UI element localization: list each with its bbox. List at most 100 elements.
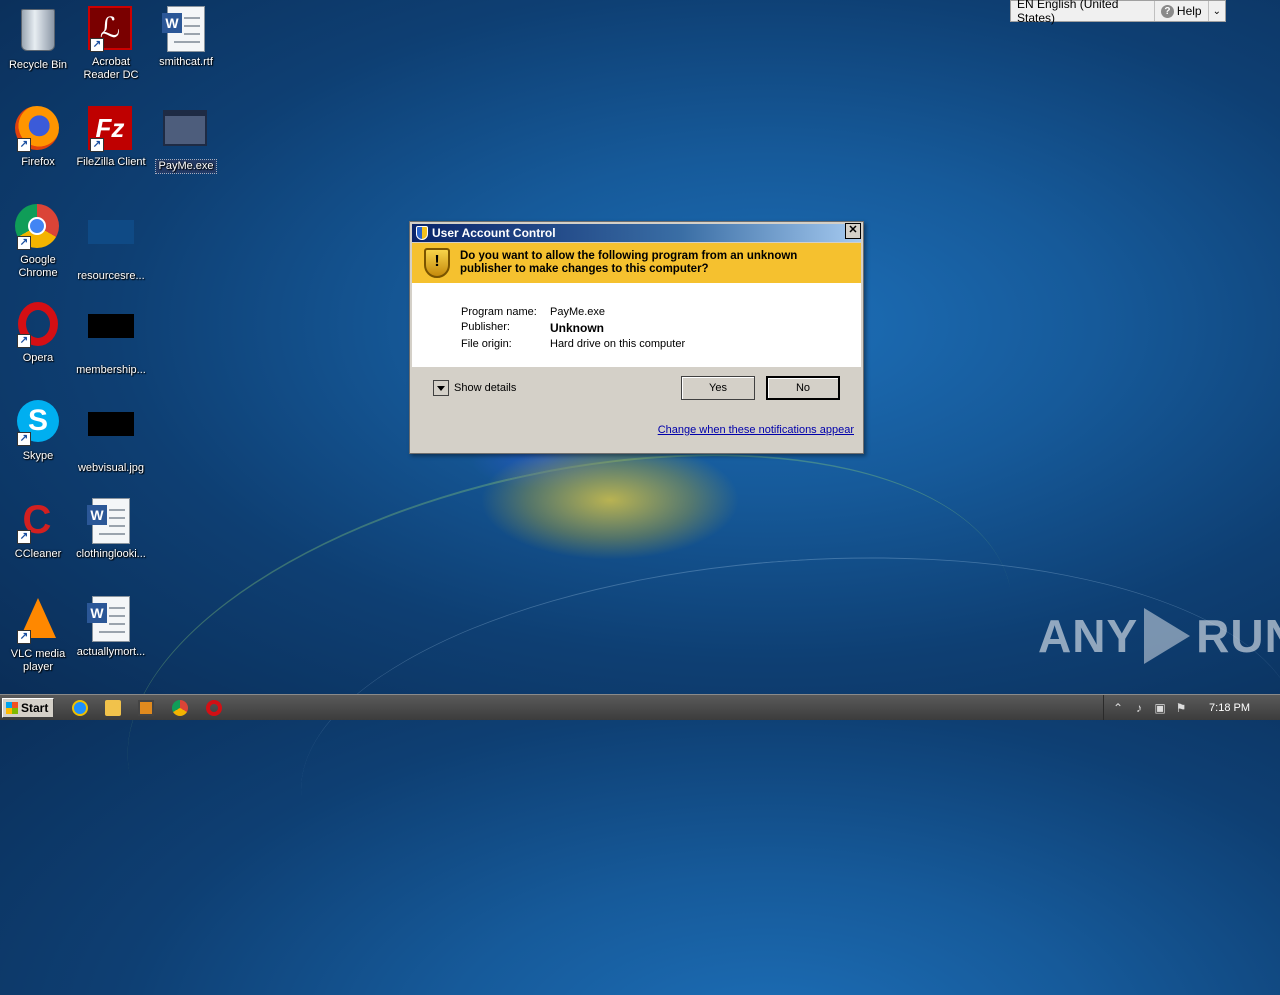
publisher-label: Publisher: — [461, 321, 510, 333]
executable-icon — [163, 110, 207, 146]
show-hidden-icons-icon[interactable]: ⌃ — [1111, 701, 1125, 715]
desktop-icon-label: smithcat.rtf — [159, 56, 213, 68]
desktop-icon-recycle-bin[interactable]: Recycle Bin — [0, 6, 76, 72]
language-selector[interactable]: EN English (United States) — [1011, 0, 1155, 25]
desktop-icon-label: Acrobat Reader DC — [83, 56, 139, 81]
desktop-icon-clothing[interactable]: W clothinglooki... — [73, 498, 149, 561]
shortcut-arrow-icon: ↗ — [90, 138, 104, 152]
recycle-bin-icon — [21, 9, 55, 51]
program-name-value: PayMe.exe — [550, 306, 606, 318]
uac-question: Do you want to allow the following progr… — [460, 250, 798, 275]
desktop-icon-webvisual[interactable]: webvisual.jpg — [73, 400, 149, 475]
no-button[interactable]: No — [766, 376, 840, 400]
image-file-icon — [88, 314, 134, 338]
desktop-icon-payme[interactable]: PayMe.exe — [148, 106, 224, 178]
language-bar: EN English (United States) ? Help ⌄ — [1010, 0, 1226, 25]
chevron-down-icon: ⌄ — [1212, 5, 1221, 17]
desktop-icon-label: Skype — [22, 450, 54, 462]
desktop-icon-label: Google Chrome — [18, 254, 58, 279]
language-label: EN English (United States) — [1017, 0, 1119, 25]
yes-button[interactable]: Yes — [681, 376, 755, 400]
desktop-icon-label: PayMe.exe — [155, 159, 217, 174]
desktop-icon-opera[interactable]: ↗ Opera — [0, 302, 76, 365]
watermark-text-left: ANY — [1038, 610, 1139, 662]
folder-icon[interactable] — [105, 700, 121, 716]
chrome-icon[interactable] — [172, 700, 188, 716]
desktop-icon-label: resourcesre... — [77, 270, 145, 282]
media-player-icon[interactable] — [138, 700, 154, 716]
chevron-down-icon — [433, 380, 449, 396]
desktop-icon-firefox[interactable]: ↗ Firefox — [0, 106, 76, 169]
clock[interactable]: 7:18 PM — [1209, 702, 1250, 714]
start-label: Start — [21, 701, 49, 715]
desktop-icon-label: membership... — [76, 364, 146, 376]
anyrun-watermark: ANY RUN — [1038, 608, 1280, 664]
help-icon: ? — [1160, 4, 1174, 18]
change-notifications-link[interactable]: Change when these notifications appear — [658, 424, 854, 436]
file-origin-label: File origin: — [461, 338, 512, 350]
publisher-value: Unknown — [550, 321, 604, 335]
watermark-text-right: RUN — [1196, 610, 1280, 662]
desktop-icon-acrobat[interactable]: ℒ ↗ Acrobat Reader DC — [73, 6, 149, 82]
file-origin-row: File origin: Hard drive on this computer — [461, 338, 685, 350]
shortcut-arrow-icon: ↗ — [90, 38, 104, 52]
network-icon[interactable]: ▣ — [1153, 701, 1167, 715]
play-icon — [1144, 608, 1191, 664]
action-center-flag-icon[interactable]: ⚑ — [1174, 701, 1188, 715]
wallpaper-swoosh — [287, 525, 1280, 995]
help-button[interactable]: ? Help — [1155, 1, 1209, 21]
wallpaper-logo-yellow — [480, 440, 740, 560]
warning-shield-icon: ! — [424, 248, 450, 278]
word-document-icon: W — [87, 498, 130, 544]
windows-logo-icon — [6, 702, 18, 714]
image-file-icon — [88, 412, 134, 436]
program-name-label: Program name: — [461, 306, 537, 318]
internet-explorer-icon[interactable] — [72, 700, 88, 716]
desktop-icon-label: VLC media player — [10, 648, 66, 673]
file-origin-value: Hard drive on this computer — [550, 338, 686, 350]
desktop-icon-label: Firefox — [21, 156, 55, 168]
desktop-icon-vlc[interactable]: ↗ VLC media player — [0, 596, 76, 674]
program-name-row: Program name: PayMe.exe — [461, 306, 605, 318]
uac-title-bar: User Account Control — [412, 224, 861, 242]
desktop-icon-label: webvisual.jpg — [77, 462, 145, 474]
volume-icon[interactable]: ♪ — [1132, 701, 1146, 715]
uac-warning-banner: ! Do you want to allow the following pro… — [412, 243, 861, 283]
desktop-icon-membership[interactable]: membership... — [73, 302, 149, 377]
shield-icon — [416, 226, 428, 240]
uac-dialog: User Account Control ✕ ! Do you want to … — [409, 221, 864, 454]
shortcut-arrow-icon: ↗ — [17, 334, 31, 348]
uac-details-panel: Program name: PayMe.exe Publisher: Unkno… — [412, 283, 861, 367]
close-button[interactable]: ✕ — [845, 223, 861, 239]
system-tray: ⌃ ♪ ▣ ⚑ 7:18 PM — [1103, 695, 1280, 720]
shortcut-arrow-icon: ↗ — [17, 530, 31, 544]
word-document-icon: W — [162, 6, 205, 52]
desktop-icon-label: FileZilla Client — [76, 156, 146, 168]
desktop-icon-label: clothinglooki... — [76, 548, 146, 560]
help-label: Help — [1176, 4, 1202, 18]
publisher-row: Publisher: Unknown — [461, 321, 604, 335]
file-icon — [88, 220, 134, 244]
desktop-icon-label: Recycle Bin — [8, 59, 68, 71]
show-details-toggle[interactable]: Show details — [433, 380, 516, 396]
desktop-icon-resources[interactable]: resourcesre... — [73, 204, 149, 283]
shortcut-arrow-icon: ↗ — [17, 236, 31, 250]
desktop-icon-ccleaner[interactable]: C ↗ CCleaner — [0, 498, 76, 561]
desktop-icon-actually[interactable]: W actuallymort... — [73, 596, 149, 659]
language-bar-options-button[interactable]: ⌄ — [1209, 1, 1225, 21]
desktop-icon-label: CCleaner — [14, 548, 62, 560]
close-icon: ✕ — [848, 224, 858, 236]
taskbar: Start ⌃ ♪ ▣ ⚑ 7:18 PM — [0, 694, 1280, 720]
opera-icon[interactable] — [206, 700, 222, 716]
desktop-icon-label: Opera — [22, 352, 54, 364]
start-button[interactable]: Start — [2, 698, 54, 718]
desktop-icon-skype[interactable]: S ↗ Skype — [0, 400, 76, 463]
desktop-icon-smithcat[interactable]: W smithcat.rtf — [148, 6, 224, 69]
shortcut-arrow-icon: ↗ — [17, 630, 31, 644]
desktop-icon-label: actuallymort... — [76, 646, 146, 658]
show-details-label: Show details — [454, 382, 517, 394]
desktop-icon-filezilla[interactable]: Fz ↗ FileZilla Client — [73, 106, 149, 169]
uac-title: User Account Control — [432, 226, 556, 240]
shortcut-arrow-icon: ↗ — [17, 138, 31, 152]
desktop-icon-chrome[interactable]: ↗ Google Chrome — [0, 204, 76, 280]
